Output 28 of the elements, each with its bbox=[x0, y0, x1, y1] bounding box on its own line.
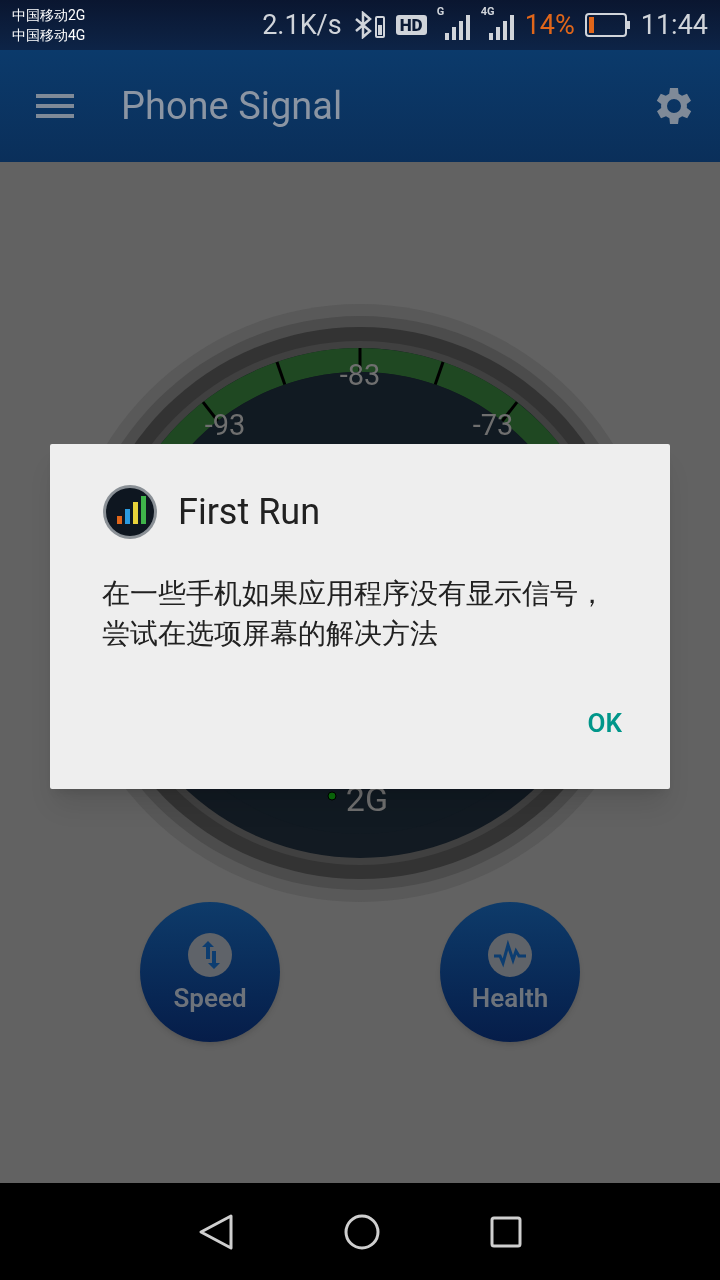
gauge-scale-label: -93 bbox=[204, 408, 246, 442]
dialog-title: First Run bbox=[178, 490, 321, 535]
back-icon[interactable] bbox=[198, 1212, 234, 1251]
network-type-label: G bbox=[436, 6, 445, 17]
battery-icon bbox=[584, 13, 631, 37]
app-title: Phone Signal bbox=[121, 82, 343, 130]
app-icon bbox=[102, 484, 158, 540]
feature-button[interactable]: Speed bbox=[140, 902, 280, 1042]
feature-button[interactable]: Health bbox=[440, 902, 580, 1042]
hd-badge: HD bbox=[395, 15, 427, 35]
carrier-label: 中国移动2G bbox=[12, 6, 86, 25]
gauge-scale-label: -73 bbox=[472, 408, 514, 442]
clock: 11:44 bbox=[640, 7, 708, 43]
menu-icon[interactable] bbox=[36, 92, 74, 120]
carrier-label: 中国移动4G bbox=[12, 26, 86, 45]
network-speed: 2.1K/s bbox=[262, 7, 342, 43]
ok-button[interactable]: OK bbox=[571, 698, 638, 749]
dialog-message: 在一些手机如果应用程序没有显示信号，尝试在选项屏幕的解决方法 bbox=[102, 576, 607, 652]
home-icon[interactable] bbox=[344, 1213, 380, 1250]
pulse-icon bbox=[488, 933, 532, 977]
gauge-scale-label: -83 bbox=[339, 358, 381, 392]
recent-apps-icon[interactable] bbox=[490, 1215, 522, 1248]
arrows-icon bbox=[188, 933, 232, 977]
network-type-label: 4G bbox=[480, 6, 495, 17]
battery-percent: 14% bbox=[524, 7, 575, 43]
status-dot bbox=[327, 791, 337, 801]
signal-icon bbox=[488, 14, 515, 40]
signal-icon bbox=[444, 14, 471, 40]
